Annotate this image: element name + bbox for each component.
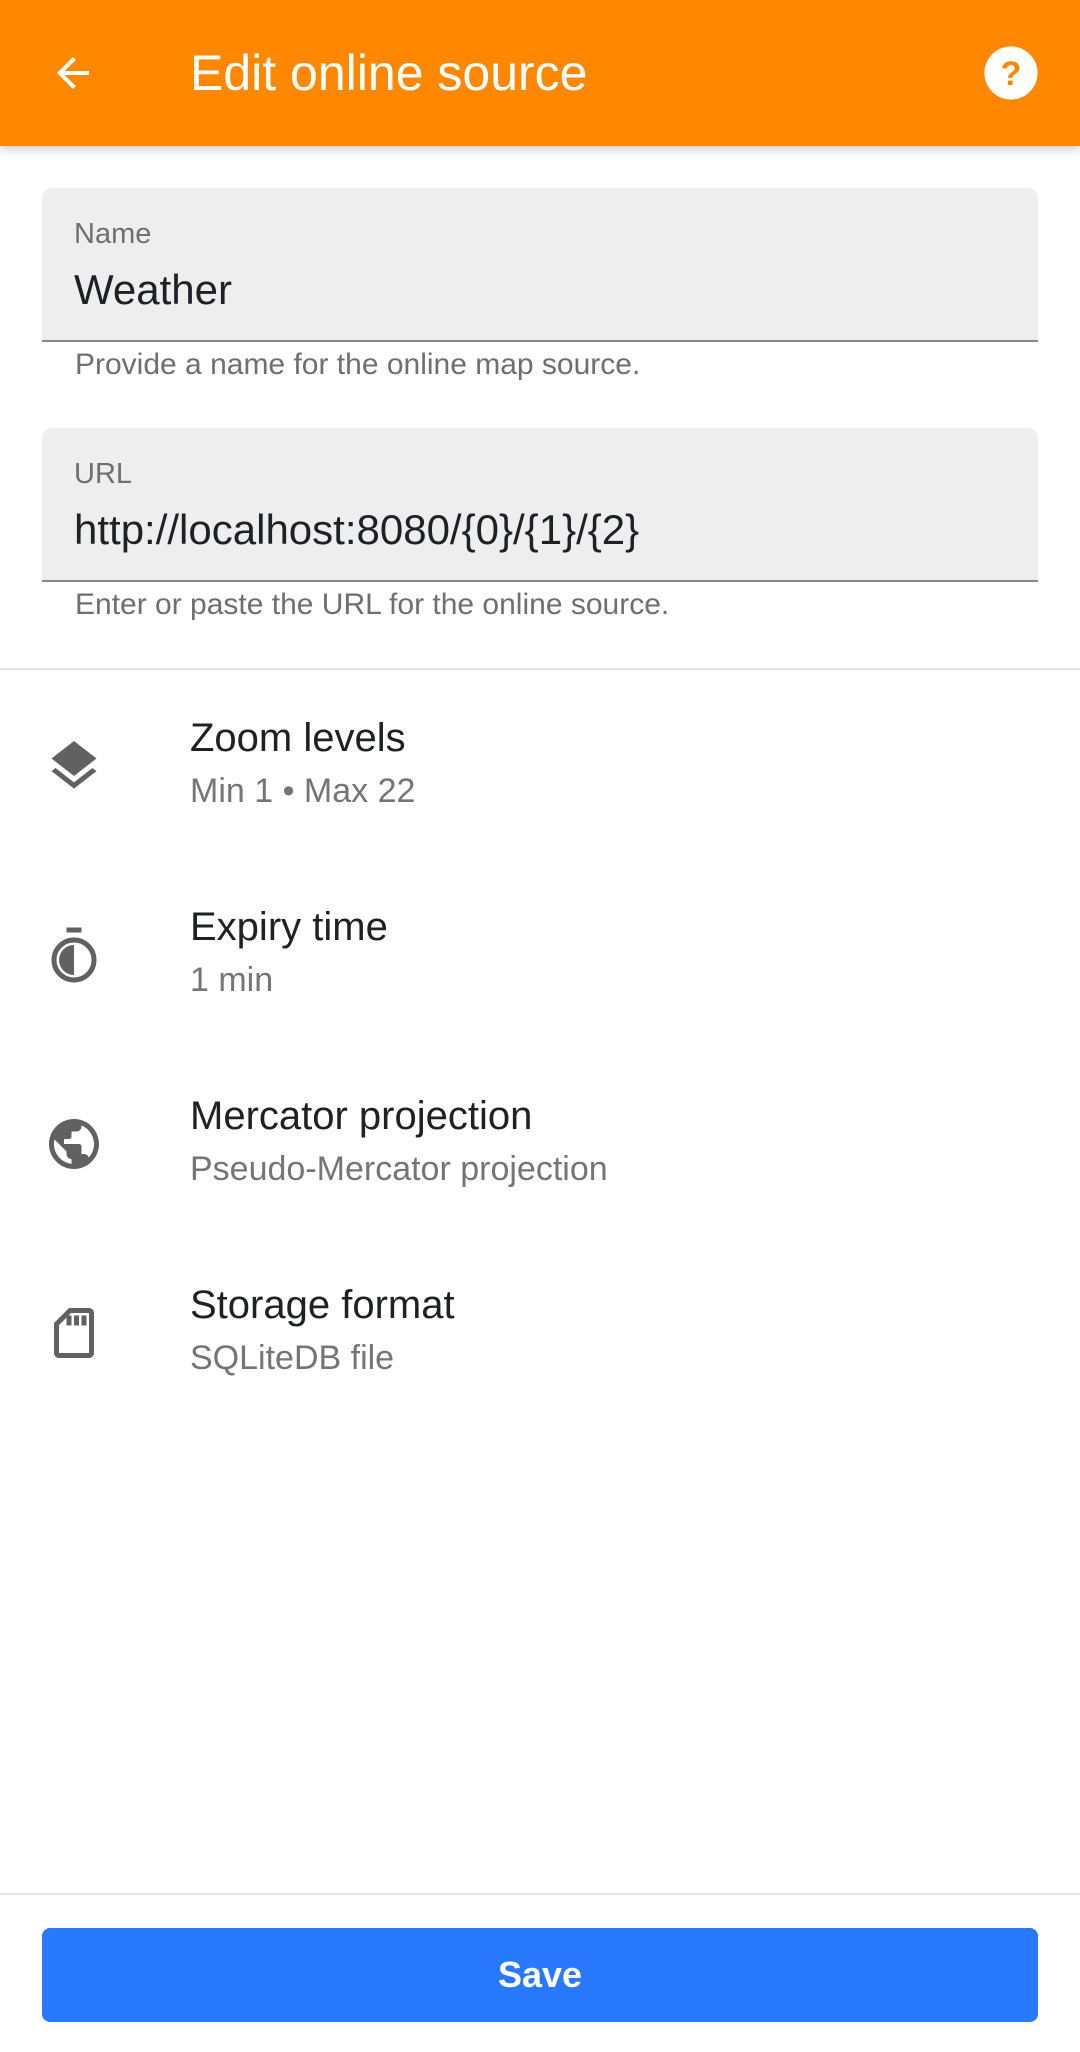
- name-input[interactable]: Weather: [74, 266, 232, 314]
- setting-projection[interactable]: Mercator projection Pseudo-Mercator proj…: [0, 1054, 1080, 1234]
- url-field[interactable]: URL http://localhost:8080/{0}/{1}/{2}: [42, 428, 1038, 582]
- timer-icon: [51, 927, 97, 983]
- setting-expiry-time[interactable]: Expiry time 1 min: [0, 865, 1080, 1045]
- help-circle-icon: ?: [984, 46, 1038, 100]
- setting-subtitle: Pseudo-Mercator projection: [190, 1150, 608, 1188]
- svg-text:?: ?: [1001, 55, 1022, 93]
- name-helper-text: Provide a name for the online map source…: [75, 348, 641, 381]
- globe-icon: [49, 1119, 99, 1169]
- section-divider: [0, 668, 1080, 670]
- layers-icon: [51, 741, 97, 789]
- page-title: Edit online source: [190, 45, 588, 101]
- save-button[interactable]: Save: [42, 1928, 1038, 2022]
- arrow-back-icon: [57, 57, 89, 89]
- setting-subtitle: 1 min: [190, 961, 274, 999]
- setting-title: Mercator projection: [190, 1094, 533, 1138]
- setting-title: Expiry time: [190, 905, 388, 949]
- app-bar: Edit online source ?: [0, 0, 1080, 146]
- setting-storage-format[interactable]: Storage format SQLiteDB file: [0, 1243, 1080, 1423]
- name-field-label: Name: [74, 218, 152, 250]
- setting-title: Storage format: [190, 1283, 455, 1327]
- url-input[interactable]: http://localhost:8080/{0}/{1}/{2}: [74, 506, 639, 554]
- help-button[interactable]: ?: [982, 44, 1040, 102]
- name-field[interactable]: Name Weather: [42, 188, 1038, 342]
- url-field-label: URL: [74, 458, 133, 490]
- setting-zoom-levels[interactable]: Zoom levels Min 1 • Max 22: [0, 676, 1080, 856]
- sd-card-icon: [54, 1308, 94, 1358]
- setting-title: Zoom levels: [190, 716, 406, 760]
- url-helper-text: Enter or paste the URL for the online so…: [75, 588, 670, 621]
- footer-divider: [0, 1893, 1080, 1895]
- setting-subtitle: Min 1 • Max 22: [190, 772, 416, 810]
- back-button[interactable]: [38, 38, 108, 108]
- setting-subtitle: SQLiteDB file: [190, 1339, 395, 1377]
